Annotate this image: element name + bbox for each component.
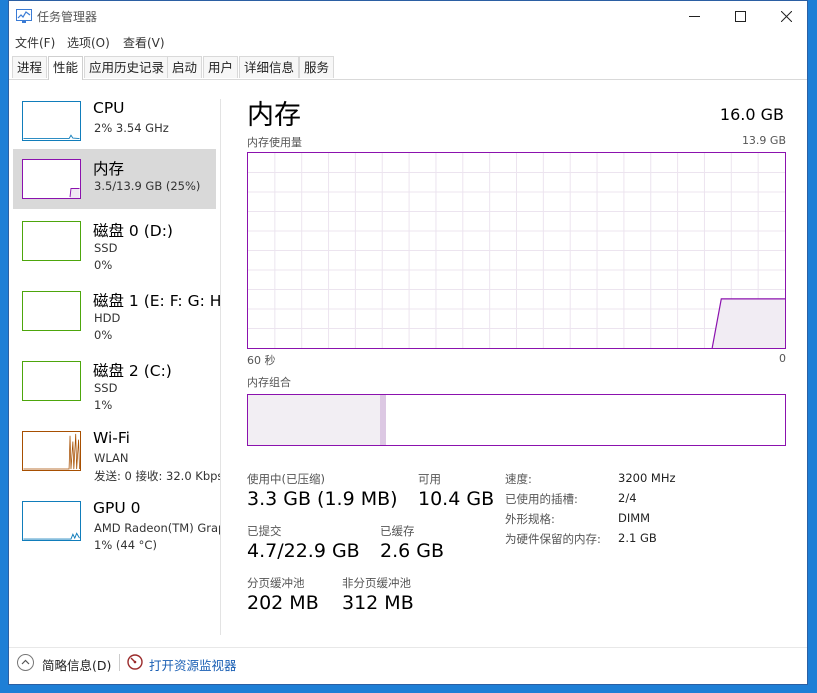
sidebar-item-detail: 1% [94, 398, 113, 412]
memory-thumbnail-graph [22, 159, 81, 199]
wifi-thumbnail-graph [22, 431, 81, 471]
tab-details[interactable]: 详细信息 [239, 56, 300, 78]
page-title: 内存 [247, 100, 301, 131]
menu-view[interactable]: 查看(V) [123, 34, 165, 51]
form-factor-label: 外形规格: [505, 512, 555, 526]
sidebar-divider [220, 99, 221, 635]
sidebar-item-label: Wi-Fi [93, 429, 130, 447]
footer-bar: 简略信息(D) 打开资源监视器 [9, 647, 807, 684]
composition-segment [477, 395, 785, 445]
committed-label: 已提交 [247, 524, 282, 538]
slots-used-label: 已使用的插槽: [505, 492, 578, 506]
sidebar-item-detail: 3.5/13.9 GB (25%) [94, 179, 201, 193]
disk-1-thumbnail-graph [22, 291, 81, 331]
chart-time-left: 60 秒 [247, 354, 276, 367]
hardware-reserved-value: 2.1 GB [618, 531, 657, 545]
sidebar-item-detail: HDD [94, 311, 121, 325]
sidebar-item-disk-2[interactable]: 磁盘 2 (C:) SSD 1% [13, 351, 216, 412]
cached-value: 2.6 GB [380, 540, 445, 562]
sidebar-item-disk-0[interactable]: 磁盘 0 (D:) SSD 0% [13, 211, 216, 272]
form-factor-value: DIMM [618, 511, 651, 525]
sidebar-item-detail: 0% [94, 328, 113, 342]
usage-chart-max: 13.9 GB [741, 134, 786, 147]
fewer-details-button[interactable] [17, 654, 34, 671]
sidebar-item-detail: AMD Radeon(TM) Graphics [94, 521, 220, 535]
sidebar-item-detail: 发送: 0 接收: 32.0 Kbps [94, 469, 220, 483]
sidebar-item-disk-1[interactable]: 磁盘 1 (E: F: G: H: HDD 0% [13, 281, 220, 342]
disk-2-thumbnail-graph [22, 361, 81, 401]
fewer-details-link[interactable]: 简略信息(D) [42, 655, 111, 674]
sidebar-item-detail: WLAN [94, 451, 129, 465]
window-title: 任务管理器 [37, 10, 98, 24]
slots-used-value: 2/4 [618, 491, 637, 505]
sidebar-item-memory[interactable]: 内存 3.5/13.9 GB (25%) [13, 149, 216, 209]
open-resource-monitor-link[interactable]: 打开资源监视器 [149, 655, 237, 674]
memory-detail-panel: 内存 16.0 GB 内存使用量 13.9 GB 60 秒 0 内存组合 使用中… [247, 87, 797, 647]
sidebar-item-wifi[interactable]: Wi-Fi WLAN 发送: 0 接收: 32.0 Kbps [13, 421, 220, 483]
menu-file[interactable]: 文件(F) [15, 34, 55, 51]
nonpaged-pool-value: 312 MB [342, 592, 414, 614]
menu-bar: 文件(F) 选项(O) 查看(V) [9, 31, 807, 51]
tab-startup[interactable]: 启动 [167, 56, 203, 78]
sidebar-item-cpu[interactable]: CPU 2% 3.54 GHz [13, 91, 216, 151]
sidebar-item-label: GPU 0 [93, 499, 141, 517]
tab-users[interactable]: 用户 [203, 56, 239, 78]
sidebar-item-label: 磁盘 2 (C:) [93, 362, 172, 380]
composition-segment [386, 395, 479, 445]
in-use-label: 使用中(已压缩) [247, 472, 325, 486]
minimize-button[interactable] [671, 1, 717, 31]
memory-usage-area [712, 298, 785, 348]
tab-app-history[interactable]: 应用历史记录 [84, 56, 170, 78]
title-bar: 任务管理器 [9, 1, 807, 31]
committed-value: 4.7/22.9 GB [247, 540, 360, 562]
sidebar-item-label: 磁盘 1 (E: F: G: H: [93, 292, 220, 310]
cached-label: 已缓存 [380, 524, 415, 538]
task-manager-app-icon [16, 9, 32, 23]
chevron-up-icon [21, 659, 30, 665]
maximize-button[interactable] [717, 1, 763, 31]
menu-options[interactable]: 选项(O) [67, 34, 110, 51]
disk-0-thumbnail-graph [22, 221, 81, 261]
available-value: 10.4 GB [418, 488, 495, 510]
composition-label: 内存组合 [247, 376, 291, 389]
tab-strip: 进程 性能 应用历史记录 启动 用户 详细信息 服务 [9, 56, 807, 80]
sidebar-item-detail: 1% (44 °C) [94, 538, 157, 552]
performance-sidebar: CPU 2% 3.54 GHz 内存 3.5/13.9 GB (25%) 磁盘 … [9, 87, 220, 647]
sidebar-item-detail: SSD [94, 381, 118, 395]
paged-pool-value: 202 MB [247, 592, 319, 614]
sidebar-item-detail: SSD [94, 241, 118, 255]
close-button[interactable] [763, 1, 807, 31]
usage-chart-label: 内存使用量 [247, 136, 302, 149]
tab-processes[interactable]: 进程 [12, 56, 48, 78]
in-use-value: 3.3 GB (1.9 MB) [247, 488, 398, 510]
sidebar-item-detail: 0% [94, 258, 113, 272]
composition-segment [248, 395, 381, 445]
resource-monitor-icon [127, 654, 143, 670]
memory-total: 16.0 GB [719, 105, 784, 124]
nonpaged-pool-label: 非分页缓冲池 [342, 576, 411, 590]
memory-composition-bar [247, 394, 786, 446]
footer-separator [119, 654, 120, 671]
tab-performance[interactable]: 性能 [48, 56, 84, 80]
sidebar-item-gpu-0[interactable]: GPU 0 AMD Radeon(TM) Graphics 1% (44 °C) [13, 491, 220, 552]
chart-time-right: 0 [779, 352, 786, 365]
paged-pool-label: 分页缓冲池 [247, 576, 305, 590]
speed-label: 速度: [505, 472, 532, 486]
memory-usage-chart [247, 152, 786, 349]
sidebar-item-detail: 2% 3.54 GHz [94, 121, 169, 135]
maximize-icon [734, 10, 746, 22]
sidebar-item-label: CPU [93, 99, 125, 117]
hardware-reserved-label: 为硬件保留的内存: [505, 532, 601, 546]
gpu-thumbnail-graph [22, 501, 81, 541]
sidebar-item-label: 内存 [93, 160, 125, 178]
task-manager-window: 任务管理器 文件(F) 选项(O) 查看(V) 进程 性能 应用历史记录 启动 … [8, 0, 808, 685]
minimize-icon [688, 15, 700, 17]
tab-services[interactable]: 服务 [299, 56, 335, 78]
close-icon [780, 10, 792, 22]
cpu-thumbnail-graph [22, 101, 81, 141]
speed-value: 3200 MHz [618, 471, 676, 485]
available-label: 可用 [418, 472, 441, 486]
sidebar-item-label: 磁盘 0 (D:) [93, 222, 173, 240]
